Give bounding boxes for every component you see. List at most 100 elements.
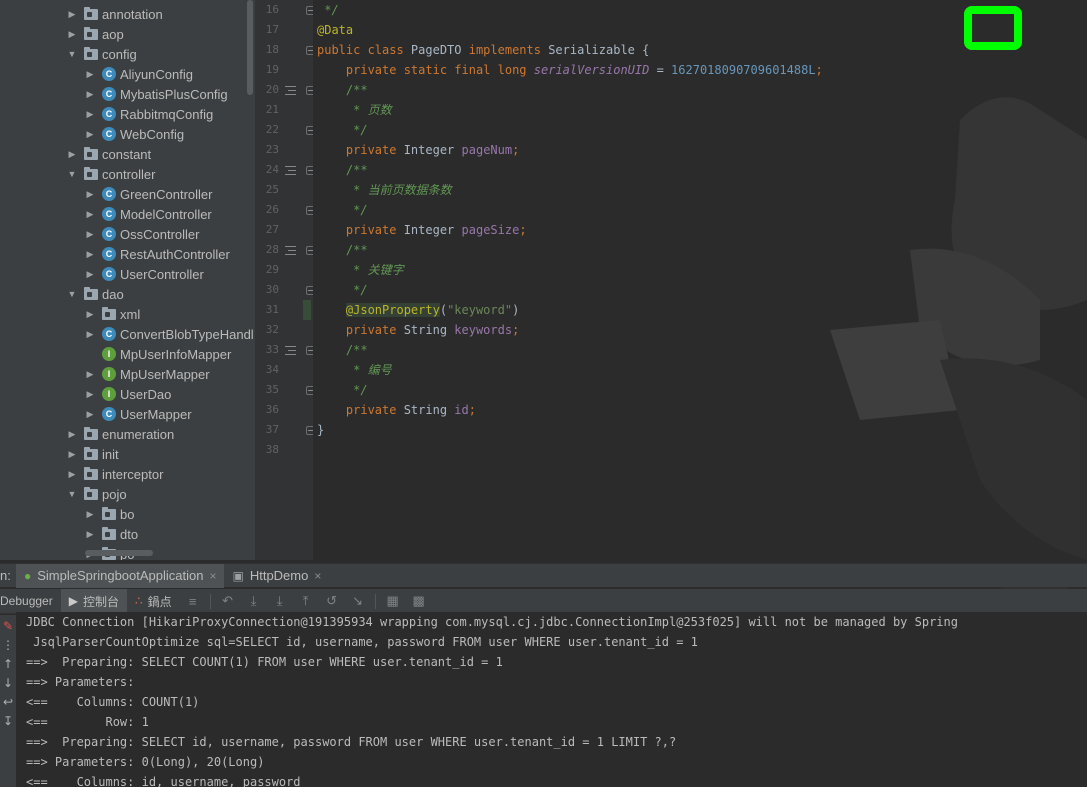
step-into-icon[interactable]: ⤓	[267, 589, 293, 614]
tree-item[interactable]: ▼ config	[0, 44, 255, 64]
chevron-right-icon[interactable]: ▶	[67, 9, 77, 19]
show-execution-point-icon[interactable]: ↶	[215, 589, 241, 614]
chevron-right-icon[interactable]: ▶	[85, 269, 95, 279]
step-out-icon[interactable]: ⤒	[293, 589, 319, 614]
chevron-right-icon[interactable]: ▶	[85, 69, 95, 79]
more-icon[interactable]: ⋮	[2, 638, 14, 652]
doc-comment-icon[interactable]	[285, 346, 296, 355]
tree-item[interactable]: ▶ C UserMapper	[0, 404, 255, 424]
chevron-right-icon[interactable]: ▶	[85, 89, 95, 99]
breakpoints-tab[interactable]: ∴ 鍋点	[127, 589, 180, 614]
project-tree[interactable]: ▶ annotation ▶ aop ▼ config ▶ C AliyunConfig ▶ C My…	[0, 0, 255, 560]
layout-icon[interactable]: ▩	[406, 589, 432, 614]
chevron-right-icon[interactable]: ▶	[67, 29, 77, 39]
down-arrow-icon[interactable]: ↓	[3, 676, 13, 690]
menu-icon[interactable]: ≡	[180, 589, 206, 614]
code-line[interactable]: private Integer pageNum;	[317, 140, 519, 160]
tree-item[interactable]: ▶ I MpUserMapper	[0, 364, 255, 384]
chevron-right-icon[interactable]: ▶	[67, 149, 77, 159]
chevron-right-icon[interactable]: ▶	[67, 429, 77, 439]
pencil-icon[interactable]: ✎	[3, 619, 13, 633]
tree-item[interactable]: ▶ constant	[0, 144, 255, 164]
code-editor[interactable]: */@Data public class PageDTO implements S…	[313, 0, 1087, 560]
chevron-right-icon[interactable]: ▶	[85, 329, 95, 339]
tree-item[interactable]: ▶ C AliyunConfig	[0, 64, 255, 84]
code-line[interactable]: private static final long serialVersionU…	[317, 60, 823, 80]
chevron-right-icon[interactable]: ▶	[85, 209, 95, 219]
chevron-right-icon[interactable]: ▶	[85, 309, 95, 319]
code-line[interactable]: private String id;	[317, 400, 476, 420]
doc-comment-icon[interactable]	[285, 166, 296, 175]
code-line[interactable]: * 关键字	[317, 260, 403, 280]
tree-item[interactable]: ▶ C GreenController	[0, 184, 255, 204]
code-line[interactable]: */	[317, 280, 367, 300]
chevron-right-icon[interactable]: ▶	[85, 369, 95, 379]
tree-item[interactable]: ▶ aop	[0, 24, 255, 44]
close-icon[interactable]: ×	[209, 569, 216, 583]
soft-wrap-icon[interactable]: ↩	[3, 695, 13, 709]
tree-item[interactable]: ▶ bo	[0, 504, 255, 524]
up-arrow-icon[interactable]: ↑	[3, 657, 13, 671]
code-line[interactable]: public class PageDTO implements Serializ…	[317, 40, 649, 60]
chevron-right-icon[interactable]: ▶	[85, 409, 95, 419]
tree-item[interactable]: ▶ C ConvertBlobTypeHandl	[0, 324, 255, 344]
code-line[interactable]: }	[317, 420, 324, 440]
tree-item[interactable]: ▶ C RestAuthController	[0, 244, 255, 264]
code-line[interactable]: private String keywords;	[317, 320, 519, 340]
chevron-right-icon[interactable]: ▶	[85, 509, 95, 519]
chevron-right-icon[interactable]: ▶	[85, 189, 95, 199]
tree-item[interactable]: ▶ dto	[0, 524, 255, 544]
tree-item[interactable]: ▼ dao	[0, 284, 255, 304]
close-icon[interactable]: ×	[314, 569, 321, 583]
code-line[interactable]: private Integer pageSize;	[317, 220, 527, 240]
tree-item[interactable]: ▶ C UserController	[0, 264, 255, 284]
doc-comment-icon[interactable]	[285, 86, 296, 95]
chevron-down-icon[interactable]: ▼	[67, 289, 77, 299]
tree-item[interactable]: ▶ C OssController	[0, 224, 255, 244]
code-line[interactable]: */	[317, 200, 367, 220]
chevron-right-icon[interactable]: ▶	[85, 389, 95, 399]
code-line[interactable]: @JsonProperty("keyword")	[317, 300, 519, 320]
code-line[interactable]: @Data	[317, 20, 353, 40]
chevron-right-icon[interactable]: ▶	[85, 529, 95, 539]
chevron-down-icon[interactable]: ▼	[67, 489, 77, 499]
tree-item[interactable]: ▼ controller	[0, 164, 255, 184]
code-line[interactable]: * 编号	[317, 360, 391, 380]
scroll-to-end-icon[interactable]: ↧	[3, 714, 13, 728]
code-line[interactable]: * 当前页数据条数	[317, 180, 451, 200]
chevron-right-icon[interactable]: ▶	[85, 129, 95, 139]
tree-item[interactable]: ▶ xml	[0, 304, 255, 324]
doc-comment-icon[interactable]	[285, 246, 296, 255]
chevron-down-icon[interactable]: ▼	[67, 49, 77, 59]
code-line[interactable]: /**	[317, 160, 368, 180]
tree-item[interactable]: ▶ annotation	[0, 4, 255, 24]
code-line[interactable]: */	[317, 120, 367, 140]
tree-item[interactable]: ▶ enumeration	[0, 424, 255, 444]
code-line[interactable]: /**	[317, 340, 368, 360]
run-to-cursor-icon[interactable]: ↘	[345, 589, 371, 614]
code-line[interactable]: */	[317, 0, 338, 20]
evaluate-icon[interactable]: ▦	[380, 589, 406, 614]
code-line[interactable]: /**	[317, 240, 368, 260]
chevron-down-icon[interactable]: ▼	[67, 169, 77, 179]
tree-scrollbar[interactable]	[247, 0, 253, 95]
tree-item[interactable]: ▶ C WebConfig	[0, 124, 255, 144]
tab-simple-springboot-application[interactable]: ● SimpleSpringbootApplication ×	[16, 563, 225, 588]
tree-item[interactable]: ▼ pojo	[0, 484, 255, 504]
tree-horizontal-scrollbar[interactable]	[85, 550, 153, 556]
drop-frame-icon[interactable]: ↺	[319, 589, 345, 614]
chevron-right-icon[interactable]: ▶	[85, 109, 95, 119]
tree-item[interactable]: ▶ I UserDao	[0, 384, 255, 404]
tab-http-demo[interactable]: ▣ HttpDemo ×	[224, 564, 329, 588]
code-line[interactable]: /**	[317, 80, 368, 100]
tree-item[interactable]: ▶ C ModelController	[0, 204, 255, 224]
code-line[interactable]: */	[317, 380, 367, 400]
console-output[interactable]: JDBC Connection [HikariProxyConnection@1…	[16, 612, 1087, 787]
tree-item[interactable]: ▶ init	[0, 444, 255, 464]
step-over-icon[interactable]: ⤓	[241, 589, 267, 614]
tree-item[interactable]: I MpUserInfoMapper	[0, 344, 255, 364]
console-tab[interactable]: ▶ 控制台	[60, 588, 127, 614]
debugger-tab[interactable]: Debugger	[0, 589, 61, 614]
chevron-right-icon[interactable]: ▶	[85, 229, 95, 239]
chevron-right-icon[interactable]: ▶	[67, 449, 77, 459]
